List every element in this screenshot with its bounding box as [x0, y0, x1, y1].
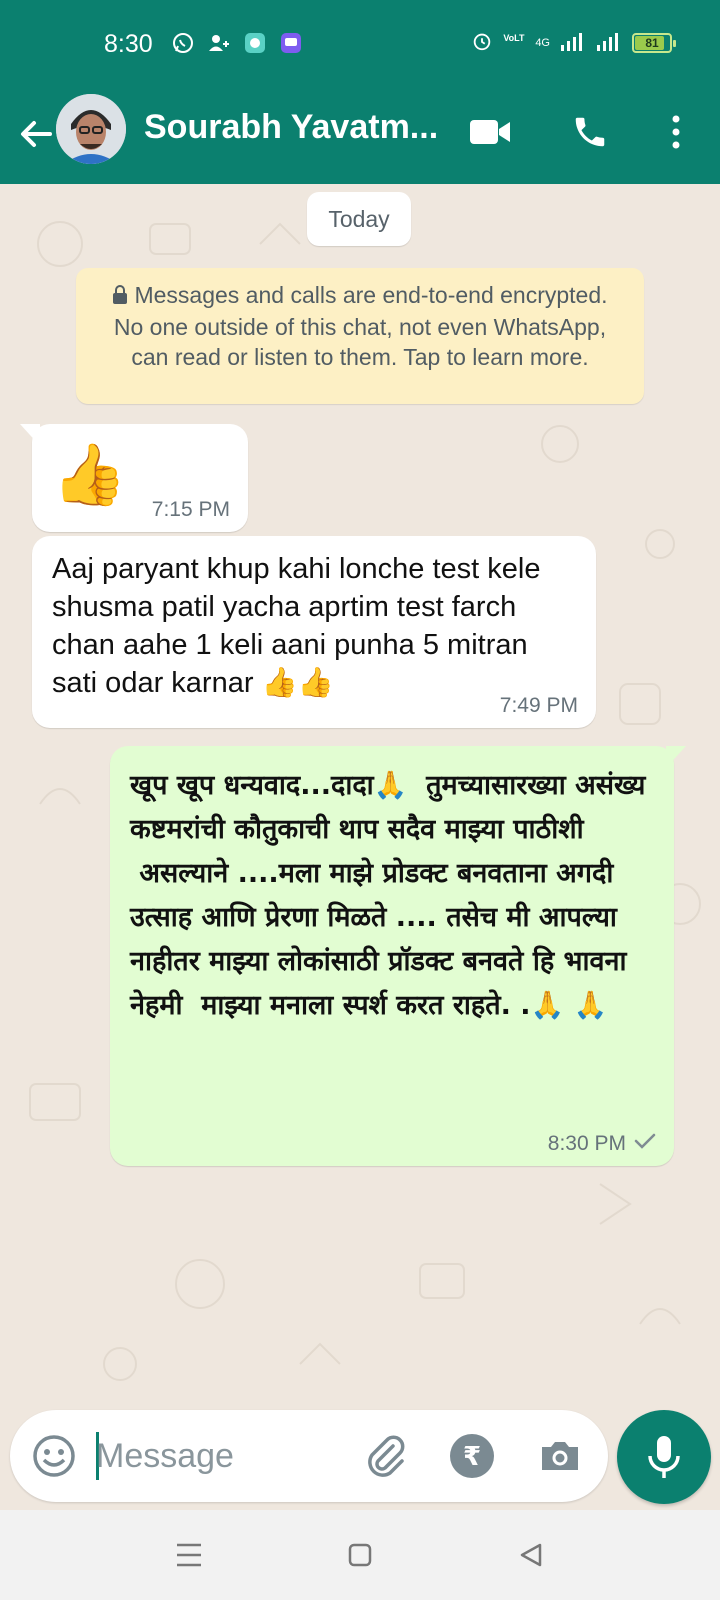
- home-icon[interactable]: [343, 1538, 377, 1572]
- status-notifications: [170, 30, 304, 56]
- signal-icon: [560, 31, 586, 54]
- status-bar: 8:30 VoLTE 4G 81: [0, 0, 720, 90]
- message-time: 8:30 PM: [547, 1132, 626, 1155]
- back-arrow-icon[interactable]: [16, 114, 56, 154]
- message-bubble-outgoing[interactable]: खूप खूप धन्यवाद...दादा🙏 तुमच्यासारख्या अ…: [110, 746, 686, 1166]
- message-bubble-incoming[interactable]: Aaj paryant khup kahi lonche test kele s…: [32, 536, 596, 728]
- status-system-icons: VoLTE 4G 81: [471, 30, 676, 55]
- avatar[interactable]: [56, 94, 126, 164]
- message-bubble-incoming[interactable]: 👍 7:15 PM: [20, 424, 248, 532]
- message-text: खूप खूप धन्यवाद...दादा🙏 तुमच्यासारख्या अ…: [130, 770, 646, 1021]
- network-label: 4G: [535, 36, 550, 49]
- encryption-text: Messages and calls are end-to-end encryp…: [113, 282, 608, 370]
- message-composer: ₹: [10, 1410, 608, 1502]
- attach-icon[interactable]: [362, 1432, 410, 1480]
- emoji-icon[interactable]: [30, 1432, 78, 1480]
- app-notification-icon: [242, 30, 268, 56]
- message-time: 7:15 PM: [151, 498, 230, 521]
- voice-call-icon[interactable]: [566, 108, 614, 156]
- video-call-icon[interactable]: [466, 108, 514, 156]
- volte-icon: VoLTE: [503, 32, 525, 43]
- payment-rupee-icon[interactable]: ₹: [450, 1434, 494, 1478]
- whatsapp-icon: [170, 30, 196, 56]
- signal-icon-2: [596, 31, 622, 54]
- message-time: 7:49 PM: [499, 694, 578, 717]
- menu-icon[interactable]: [172, 1538, 206, 1572]
- message-emoji: 👍: [52, 440, 127, 510]
- back-icon[interactable]: [514, 1538, 548, 1572]
- chat-area[interactable]: Today Messages and calls are end-to-end …: [0, 184, 720, 1404]
- battery-icon: 81: [632, 32, 676, 53]
- date-chip: Today: [307, 192, 411, 246]
- sent-check-icon: [634, 1132, 656, 1156]
- alarm-icon: [471, 30, 493, 55]
- system-nav-bar: [0, 1510, 720, 1600]
- message-text: Aaj paryant khup kahi lonche test kele s…: [52, 553, 541, 699]
- lock-icon: [112, 282, 128, 312]
- chat-header: Sourabh Yavatm...: [0, 90, 720, 184]
- message-input[interactable]: [96, 1426, 346, 1486]
- mic-icon[interactable]: [617, 1410, 711, 1504]
- more-options-icon[interactable]: [652, 108, 700, 156]
- encryption-notice[interactable]: Messages and calls are end-to-end encryp…: [76, 268, 644, 404]
- status-time: 8:30: [104, 30, 153, 58]
- messaging-icon: [278, 30, 304, 56]
- add-contact-icon: [206, 30, 232, 56]
- contact-name[interactable]: Sourabh Yavatm...: [144, 108, 444, 147]
- camera-icon[interactable]: [536, 1432, 584, 1480]
